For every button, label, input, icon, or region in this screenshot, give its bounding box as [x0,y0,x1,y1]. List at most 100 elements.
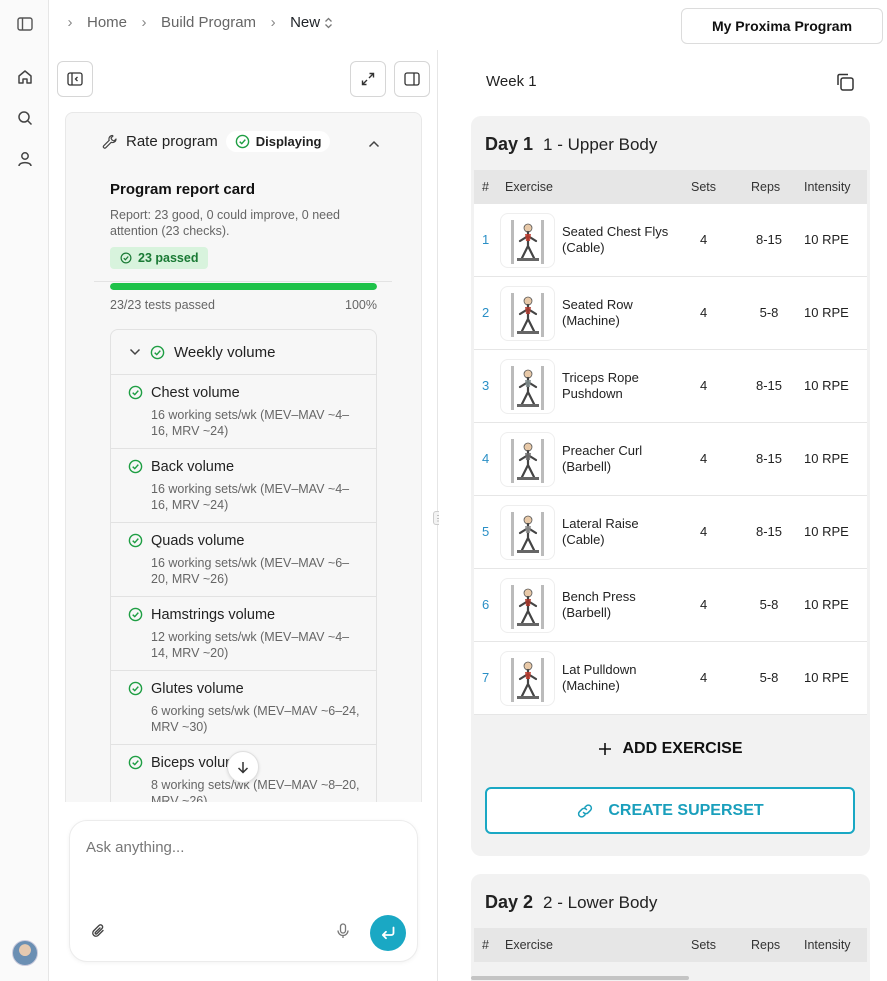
chevron-right-icon: › [270,14,276,31]
exercise-name[interactable]: Bench Press (Barbell) [562,589,677,621]
chat-input[interactable]: Ask anything... [86,839,184,856]
col-number: # [482,938,489,952]
toggle-side-button[interactable] [394,61,430,97]
create-superset-button[interactable]: CREATE SUPERSET [485,787,855,834]
chevron-up-icon[interactable] [368,135,380,153]
table-row[interactable]: 4 Preacher Curl (Barbell) 4 8-15 10 RPE [474,423,867,496]
weekly-volume-header[interactable]: Weekly volume [111,330,376,375]
tests-percent: 100% [345,298,377,312]
check-circle-icon [150,345,165,359]
exercise-intensity[interactable]: 10 RPE [804,670,849,685]
volume-check-name: Chest volume [151,385,240,401]
exercise-thumbnail [500,432,555,487]
search-icon[interactable] [14,107,36,129]
collapse-panel-button[interactable] [57,61,93,97]
exercise-intensity[interactable]: 10 RPE [804,524,849,539]
day-label: Day 2 [485,892,534,912]
exercise-reps[interactable]: 5-8 [752,670,786,685]
exercise-name[interactable]: Seated Row (Machine) [562,297,677,329]
program-panel: Week 1 Day 1 1 - Upper Body # Exercise Se… [439,50,887,981]
chevron-down-icon [129,348,141,356]
exercise-number: 7 [482,670,490,685]
breadcrumb-build-program[interactable]: Build Program [155,14,262,31]
table-row[interactable]: 2 Seated Row (Machine) 4 5-8 10 RPE [474,277,867,350]
exercise-number: 6 [482,597,490,612]
expand-icon [361,72,375,86]
avatar[interactable] [12,940,38,966]
rate-program-card: Rate program Displaying Program report c… [65,112,422,802]
exercise-sets[interactable]: 4 [700,670,707,685]
day-label: Day 1 [485,134,534,154]
tests-progress-bar [110,283,377,290]
left-rail [0,0,49,981]
exercise-name[interactable]: Triceps Rope Pushdown [562,370,677,402]
table-row[interactable]: 3 Triceps Rope Pushdown 4 8-15 10 RPE [474,350,867,423]
breadcrumb-home[interactable]: Home [81,14,133,31]
exercise-sets[interactable]: 4 [700,597,707,612]
exercise-intensity[interactable]: 10 RPE [804,305,849,320]
horizontal-scrollbar[interactable] [471,976,689,980]
exercise-thumbnail [500,505,555,560]
exercise-name[interactable]: Seated Chest Flys (Cable) [562,224,677,256]
exercise-name[interactable]: Preacher Curl (Barbell) [562,443,677,475]
exercise-sets[interactable]: 4 [700,451,707,466]
breadcrumb-current[interactable]: New [284,14,339,31]
volume-check-name: Glutes volume [151,681,244,697]
exercise-sets[interactable]: 4 [700,378,707,393]
table-row[interactable]: 7 Lat Pulldown (Machine) 4 5-8 10 RPE [474,642,867,715]
add-exercise-button[interactable]: ADD EXERCISE [471,740,870,758]
exercise-intensity[interactable]: 10 RPE [804,378,849,393]
expand-button[interactable] [350,61,386,97]
report-card-title: Program report card [110,181,256,198]
volume-check-item: Chest volume 16 working sets/wk (MEV–MAV … [111,375,376,449]
exercise-reps[interactable]: 5-8 [752,305,786,320]
exercise-intensity[interactable]: 10 RPE [804,597,849,612]
day-title: Day 1 1 - Upper Body [485,134,657,155]
chevron-right-icon: › [67,14,73,31]
exercise-reps[interactable]: 8-15 [752,378,786,393]
exercise-sets[interactable]: 4 [700,232,707,247]
status-label: Displaying [255,134,322,149]
exercise-intensity[interactable]: 10 RPE [804,232,849,247]
sidebar-toggle-icon[interactable] [14,13,36,35]
exercise-reps[interactable]: 8-15 [752,451,786,466]
exercise-sets[interactable]: 4 [700,305,707,320]
table-row[interactable]: 1 Seated Chest Flys (Cable) 4 8-15 10 RPE [474,204,867,277]
volume-check-item: Glutes volume 6 working sets/wk (MEV–MAV … [111,671,376,745]
home-icon[interactable] [14,66,36,88]
table-row[interactable]: 6 Bench Press (Barbell) 4 5-8 10 RPE [474,569,867,642]
exercise-name[interactable]: Lat Pulldown (Machine) [562,662,677,694]
exercise-intensity[interactable]: 10 RPE [804,451,849,466]
passed-badge-label: 23 passed [138,251,199,265]
enter-arrow-icon [381,926,395,940]
exercise-reps[interactable]: 8-15 [752,524,786,539]
exercise-name[interactable]: Lateral Raise (Cable) [562,516,677,548]
col-intensity: Intensity [804,180,851,194]
paperclip-icon[interactable] [90,923,106,944]
create-superset-label: CREATE SUPERSET [608,801,764,819]
app-root: › Home › Build Program › New My Proxima … [0,0,887,981]
col-sets: Sets [691,180,717,194]
scroll-down-button[interactable] [227,751,259,783]
check-circle-icon [120,252,132,264]
rate-program-header[interactable]: Rate program Displaying [102,131,331,152]
copy-icon[interactable] [835,72,855,97]
day-title: Day 2 2 - Lower Body [485,892,657,913]
chevron-right-icon: › [141,14,147,31]
send-button[interactable] [370,915,406,951]
table-row[interactable]: 5 Lateral Raise (Cable) 4 8-15 10 RPE [474,496,867,569]
col-exercise: Exercise [505,938,553,952]
user-icon[interactable] [14,148,36,170]
program-button[interactable]: My Proxima Program [681,8,883,44]
volume-check-item: Quads volume 16 working sets/wk (MEV–MAV … [111,523,376,597]
check-circle-icon [128,385,143,405]
exercise-reps[interactable]: 5-8 [752,597,786,612]
microphone-icon[interactable] [336,923,350,944]
exercise-number: 4 [482,451,490,466]
exercise-sets[interactable]: 4 [700,524,707,539]
exercise-reps[interactable]: 8-15 [752,232,786,247]
progress-stats: 23/23 tests passed 100% [110,298,377,312]
exercise-number: 2 [482,305,490,320]
arrow-down-icon [237,761,249,774]
tests-passed-text: 23/23 tests passed [110,298,215,312]
